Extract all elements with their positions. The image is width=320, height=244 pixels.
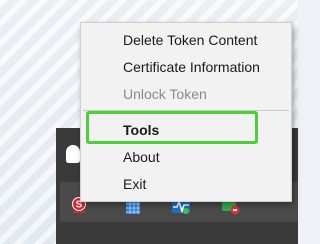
menu-item-exit[interactable]: Exit xyxy=(81,171,291,197)
menu-item-certificate-information[interactable]: Certificate Information xyxy=(81,54,291,80)
tools-highlight-box xyxy=(86,111,258,144)
menu-item-unlock-token: Unlock Token xyxy=(123,86,207,102)
menu-item-about[interactable]: About xyxy=(81,144,291,170)
menu-item-delete-token-content[interactable]: Delete Token Content xyxy=(81,27,291,53)
hidden-icons-indicator[interactable] xyxy=(66,145,80,163)
